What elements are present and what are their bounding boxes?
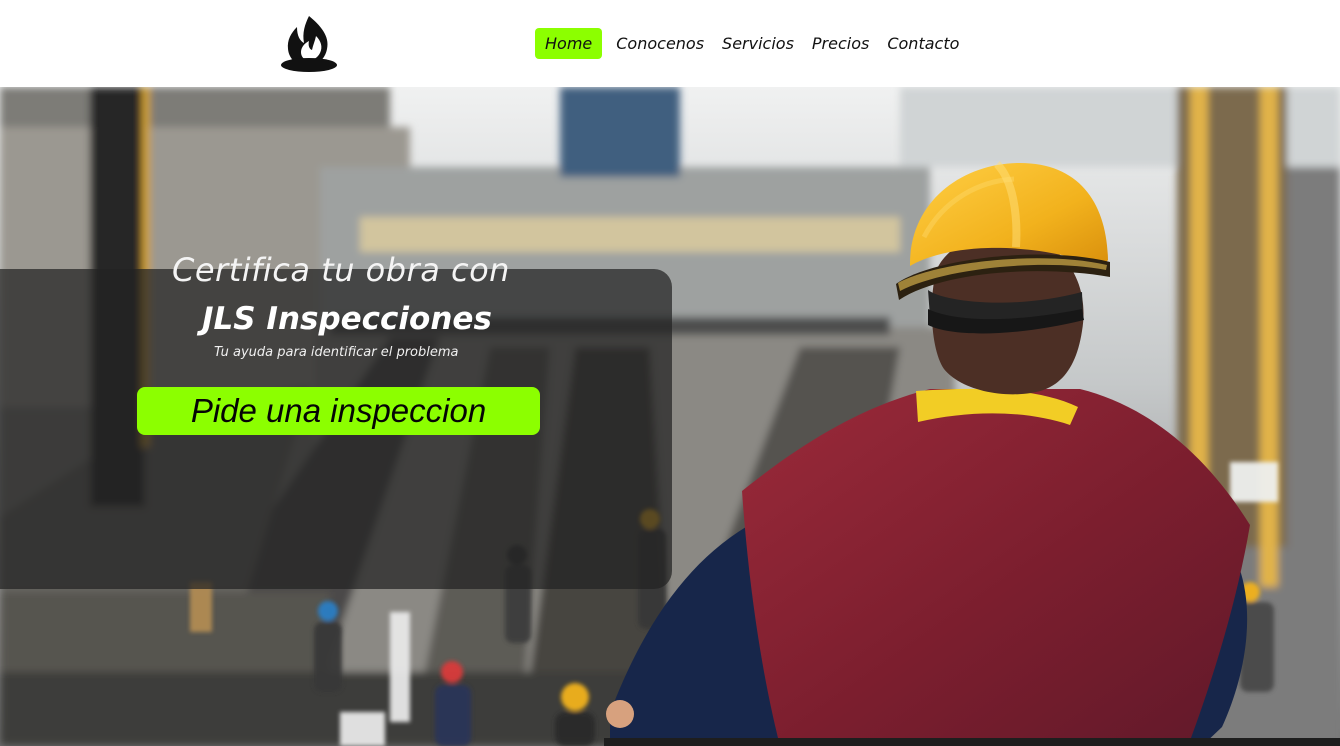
- hero-subtitle: Tu ayuda para identificar el problema: [214, 345, 459, 360]
- site-header: Home Conocenos Servicios Precios Contact…: [0, 0, 1340, 87]
- nav-servicios[interactable]: Servicios: [718, 30, 798, 57]
- flame-icon: [281, 16, 337, 72]
- main-navigation: Home Conocenos Servicios Precios Contact…: [535, 28, 963, 59]
- logo[interactable]: [280, 12, 340, 74]
- nav-home[interactable]: Home: [535, 28, 603, 59]
- request-inspection-button[interactable]: Pide una inspeccion: [137, 387, 540, 435]
- nav-contacto[interactable]: Contacto: [883, 30, 963, 57]
- nav-precios[interactable]: Precios: [808, 30, 873, 57]
- hero-title-line-1: Certifica tu obra con: [172, 251, 510, 289]
- nav-conocenos[interactable]: Conocenos: [612, 30, 708, 57]
- hero-title-line-2: JLS Inspecciones: [202, 301, 492, 337]
